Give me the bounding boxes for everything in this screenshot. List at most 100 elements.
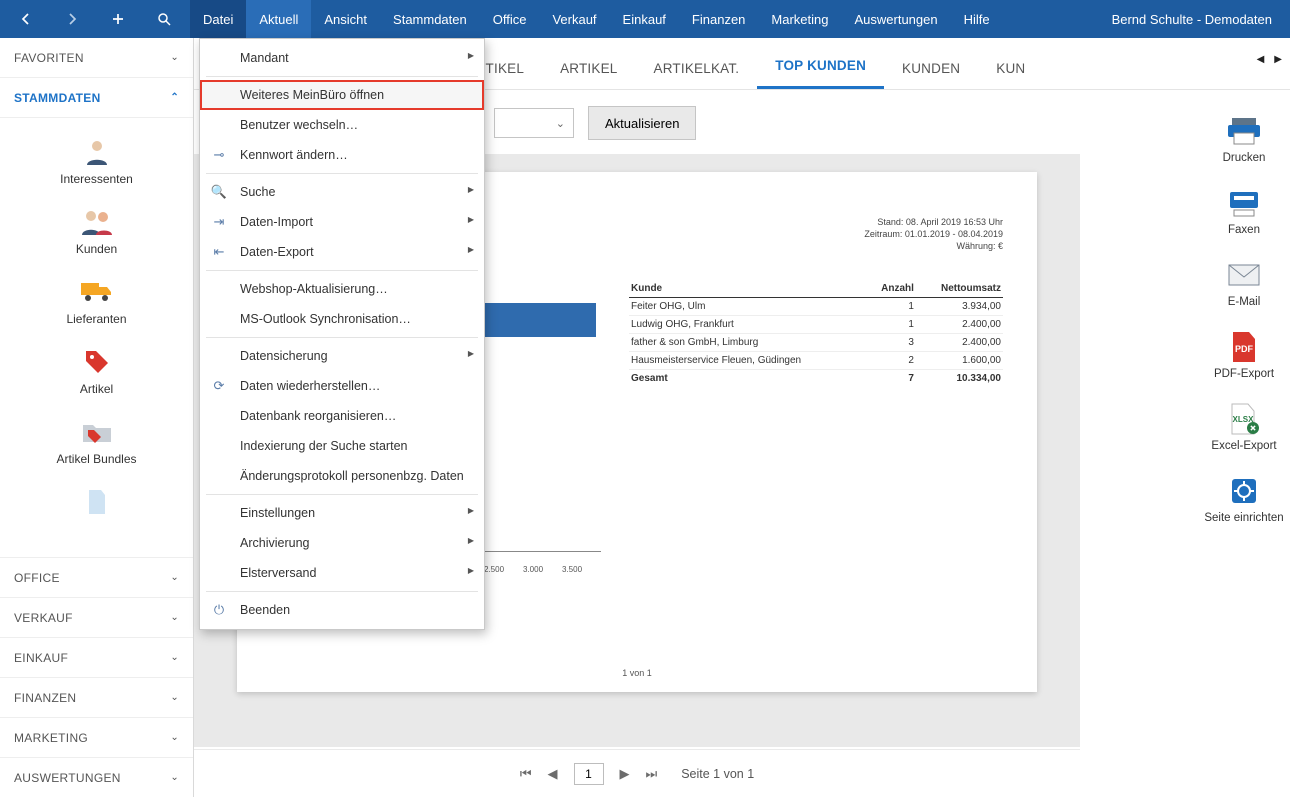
menu-item[interactable]: ⇥Daten-Import xyxy=(200,207,484,237)
menu-item-icon: 🔍 xyxy=(210,184,228,200)
menu-item-label: Webshop-Aktualisierung… xyxy=(240,282,388,296)
add-button[interactable] xyxy=(96,0,140,38)
menu-item-label: Einstellungen xyxy=(240,506,315,520)
menu-verkauf[interactable]: Verkauf xyxy=(539,0,609,38)
menu-ansicht[interactable]: Ansicht xyxy=(311,0,380,38)
menu-item[interactable]: ⊸Kennwort ändern… xyxy=(200,140,484,170)
subtab-partial-right[interactable]: KUN xyxy=(978,47,1029,89)
menu-item[interactable]: Weiteres MeinBüro öffnen xyxy=(200,80,484,110)
menu-item[interactable]: ⏻Beenden xyxy=(200,595,484,625)
document-icon xyxy=(0,484,193,520)
menu-item[interactable]: Datensicherung xyxy=(200,341,484,371)
subtab-artikel[interactable]: ARTIKEL xyxy=(542,47,635,89)
sidebar-group-label: FAVORITEN xyxy=(14,51,84,65)
sidebar-group-label: VERKAUF xyxy=(14,611,73,625)
dock-label: E-Mail xyxy=(1228,296,1261,308)
menu-datei[interactable]: Datei xyxy=(190,0,246,38)
sidebar-group-marketing[interactable]: MARKETING⌄ xyxy=(0,717,193,757)
sidebar-item-lieferanten[interactable]: Lieferanten xyxy=(0,268,193,334)
dock-email[interactable]: E-Mail xyxy=(1224,258,1264,308)
menu-item-label: Datenbank reorganisieren… xyxy=(240,409,396,423)
datei-dropdown: Mandant Weiteres MeinBüro öffnenBenutzer … xyxy=(199,38,485,630)
sidebar-item-interessenten[interactable]: Interessenten xyxy=(0,128,193,194)
menu-item[interactable]: ⇤Daten-Export xyxy=(200,237,484,267)
menu-item[interactable]: Änderungsprotokoll personenbzg. Daten xyxy=(200,461,484,491)
menu-hilfe[interactable]: Hilfe xyxy=(951,0,1003,38)
sidebar-group-finanzen[interactable]: FINANZEN⌄ xyxy=(0,677,193,717)
menu-stammdaten[interactable]: Stammdaten xyxy=(380,0,480,38)
search-button[interactable] xyxy=(142,0,186,38)
menu-item-icon: ⇤ xyxy=(210,244,228,260)
report-meta: Stand: 08. April 2019 16:53 UhrZeitraum:… xyxy=(864,216,1003,252)
pager-input[interactable] xyxy=(574,763,604,785)
sidebar-group-auswertungen[interactable]: AUSWERTUNGEN⌄ xyxy=(0,757,193,797)
dock-label: Seite einrichten xyxy=(1204,512,1283,524)
filter-combo[interactable]: ⌄ xyxy=(494,108,574,138)
sidebar-item-label: Kunden xyxy=(76,242,117,256)
sidebar-group-label: MARKETING xyxy=(14,731,88,745)
sidebar-group-stammdaten[interactable]: STAMMDATEN⌃ xyxy=(0,78,193,118)
page-setup-icon xyxy=(1224,474,1264,508)
dock-pdf-export[interactable]: PDF PDF-Export xyxy=(1214,330,1274,380)
sidebar-group-office[interactable]: OFFICE⌄ xyxy=(0,557,193,597)
menu-item[interactable]: Einstellungen xyxy=(200,498,484,528)
menu-item-label: Änderungsprotokoll personenbzg. Daten xyxy=(240,469,464,483)
dock-label: Faxen xyxy=(1228,224,1260,236)
menu-item[interactable]: Benutzer wechseln… xyxy=(200,110,484,140)
table-row: father & son GmbH, Limburg32.400,00 xyxy=(629,334,1003,352)
sidebar-group-verkauf[interactable]: VERKAUF ⌄ xyxy=(0,597,193,637)
sidebar-item-artikel[interactable]: Artikel xyxy=(0,338,193,404)
pager-prev[interactable]: ◀ xyxy=(548,766,558,782)
sidebar-group-einkauf[interactable]: EINKAUF⌄ xyxy=(0,637,193,677)
menu-item[interactable]: ⟳Daten wiederherstellen… xyxy=(200,371,484,401)
truck-icon xyxy=(0,274,193,310)
pager-first[interactable]: ⏮ xyxy=(520,766,532,782)
table-row: Hausmeisterservice Fleuen, Güdingen21.60… xyxy=(629,352,1003,370)
dock-fax[interactable]: Faxen xyxy=(1224,186,1264,236)
refresh-button[interactable]: Aktualisieren xyxy=(588,106,696,140)
sidebar-item-label: Artikel Bundles xyxy=(56,452,136,466)
sidebar-item-label: Interessenten xyxy=(60,172,133,186)
menu-auswertungen[interactable]: Auswertungen xyxy=(841,0,950,38)
dock-print[interactable]: Drucken xyxy=(1223,114,1266,164)
menu-item[interactable]: Webshop-Aktualisierung… xyxy=(200,274,484,304)
forward-button[interactable] xyxy=(50,0,94,38)
menu-einkauf[interactable]: Einkauf xyxy=(610,0,679,38)
menu-item[interactable]: 🔍Suche xyxy=(200,177,484,207)
menu-item-label: Beenden xyxy=(240,603,290,617)
menu-finanzen[interactable]: Finanzen xyxy=(679,0,758,38)
menu-item[interactable]: Mandant xyxy=(200,43,484,73)
menu-item[interactable]: Datenbank reorganisieren… xyxy=(200,401,484,431)
dock-label: PDF-Export xyxy=(1214,368,1274,380)
dock-page-setup[interactable]: Seite einrichten xyxy=(1204,474,1283,524)
menu-marketing[interactable]: Marketing xyxy=(758,0,841,38)
sidebar-item-more[interactable] xyxy=(0,478,193,530)
chevron-down-icon: ⌄ xyxy=(170,52,179,63)
menu-item-label: Datensicherung xyxy=(240,349,328,363)
svg-text:PDF: PDF xyxy=(1235,344,1254,354)
dock-excel-export[interactable]: XLSXExcel-Export xyxy=(1211,402,1276,452)
menu-item[interactable]: MS-Outlook Synchronisation… xyxy=(200,304,484,334)
sidebar-group-label: STAMMDATEN xyxy=(14,91,101,105)
menu-aktuell[interactable]: Aktuell xyxy=(246,0,311,38)
sidebar-group-favoriten[interactable]: FAVORITEN ⌄ xyxy=(0,38,193,78)
table-row: Feiter OHG, Ulm13.934,00 xyxy=(629,298,1003,316)
back-button[interactable] xyxy=(4,0,48,38)
main-menu: Datei Aktuell Ansicht Stammdaten Office … xyxy=(190,0,1003,38)
menu-item[interactable]: Elsterversand xyxy=(200,558,484,588)
chevron-down-icon: ⌄ xyxy=(170,692,179,703)
subtab-kunden[interactable]: KUNDEN xyxy=(884,47,978,89)
chevron-down-icon: ⌄ xyxy=(170,652,179,663)
people-icon xyxy=(0,204,193,240)
menu-item-icon: ⇥ xyxy=(210,214,228,230)
sidebar-item-kunden[interactable]: Kunden xyxy=(0,198,193,264)
subtab-top-kunden[interactable]: TOP KUNDEN xyxy=(757,44,884,89)
subtab-artikelkat[interactable]: ARTIKELKAT. xyxy=(636,47,758,89)
sidebar-item-artikel-bundles[interactable]: Artikel Bundles xyxy=(0,408,193,474)
pager-last[interactable]: ⏭ xyxy=(646,766,658,782)
chevron-down-icon: ⌄ xyxy=(170,612,179,623)
menu-office[interactable]: Office xyxy=(480,0,540,38)
menu-item[interactable]: Archivierung xyxy=(200,528,484,558)
pager-next[interactable]: ▶ xyxy=(620,766,630,782)
menu-item[interactable]: Indexierung der Suche starten xyxy=(200,431,484,461)
